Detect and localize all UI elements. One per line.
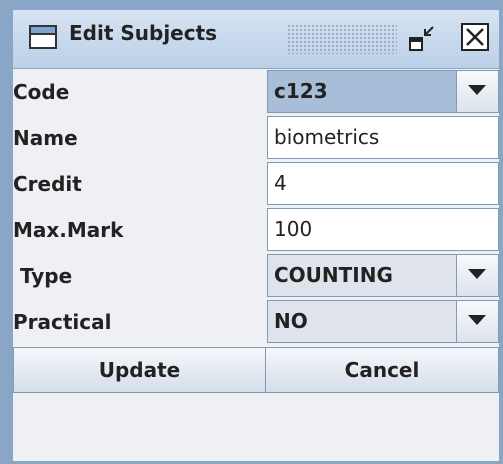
title-bar[interactable]: Edit Subjects <box>13 10 499 69</box>
button-bar: Update Cancel <box>13 347 499 394</box>
name-field[interactable]: biometrics <box>267 116 499 159</box>
cancel-button[interactable]: Cancel <box>265 347 499 393</box>
code-row: Code c123 <box>13 69 499 115</box>
frame-border-left <box>0 0 13 464</box>
type-combobox[interactable]: COUNTING <box>267 254 499 297</box>
practical-combobox[interactable]: NO <box>267 300 499 343</box>
close-icon[interactable] <box>460 22 490 52</box>
max-mark-row: Max.Mark 100 <box>13 207 499 253</box>
name-label: Name <box>13 126 78 150</box>
iconify-icon[interactable] <box>404 22 438 56</box>
window-icon <box>29 25 57 49</box>
max-mark-label: Max.Mark <box>13 218 124 242</box>
credit-row: Credit 4 <box>13 161 499 207</box>
practical-row: Practical NO <box>13 299 499 345</box>
chevron-down-icon <box>468 269 486 279</box>
window-title: Edit Subjects <box>69 21 218 45</box>
type-value: COUNTING <box>274 263 393 287</box>
frame-border-right <box>499 0 503 464</box>
code-value: c123 <box>274 79 328 103</box>
practical-dropdown-button[interactable] <box>456 301 498 342</box>
max-mark-field[interactable]: 100 <box>267 208 499 251</box>
type-dropdown-button[interactable] <box>456 255 498 296</box>
code-combobox[interactable]: c123 <box>267 70 499 113</box>
credit-field[interactable]: 4 <box>267 162 499 205</box>
chevron-down-icon <box>468 315 486 325</box>
practical-value: NO <box>274 309 308 333</box>
practical-label: Practical <box>13 310 112 334</box>
code-dropdown-button[interactable] <box>456 71 498 112</box>
name-row: Name biometrics <box>13 115 499 161</box>
code-label: Code <box>13 80 70 104</box>
type-row: Type COUNTING <box>13 253 499 299</box>
title-grip <box>287 24 397 54</box>
internal-frame: Edit Subjects Code c123 Name biometrics … <box>0 0 503 464</box>
type-label: Type <box>13 264 73 288</box>
credit-label: Credit <box>13 172 82 196</box>
chevron-down-icon <box>468 85 486 95</box>
update-button[interactable]: Update <box>13 347 266 393</box>
frame-border-top <box>0 0 503 10</box>
